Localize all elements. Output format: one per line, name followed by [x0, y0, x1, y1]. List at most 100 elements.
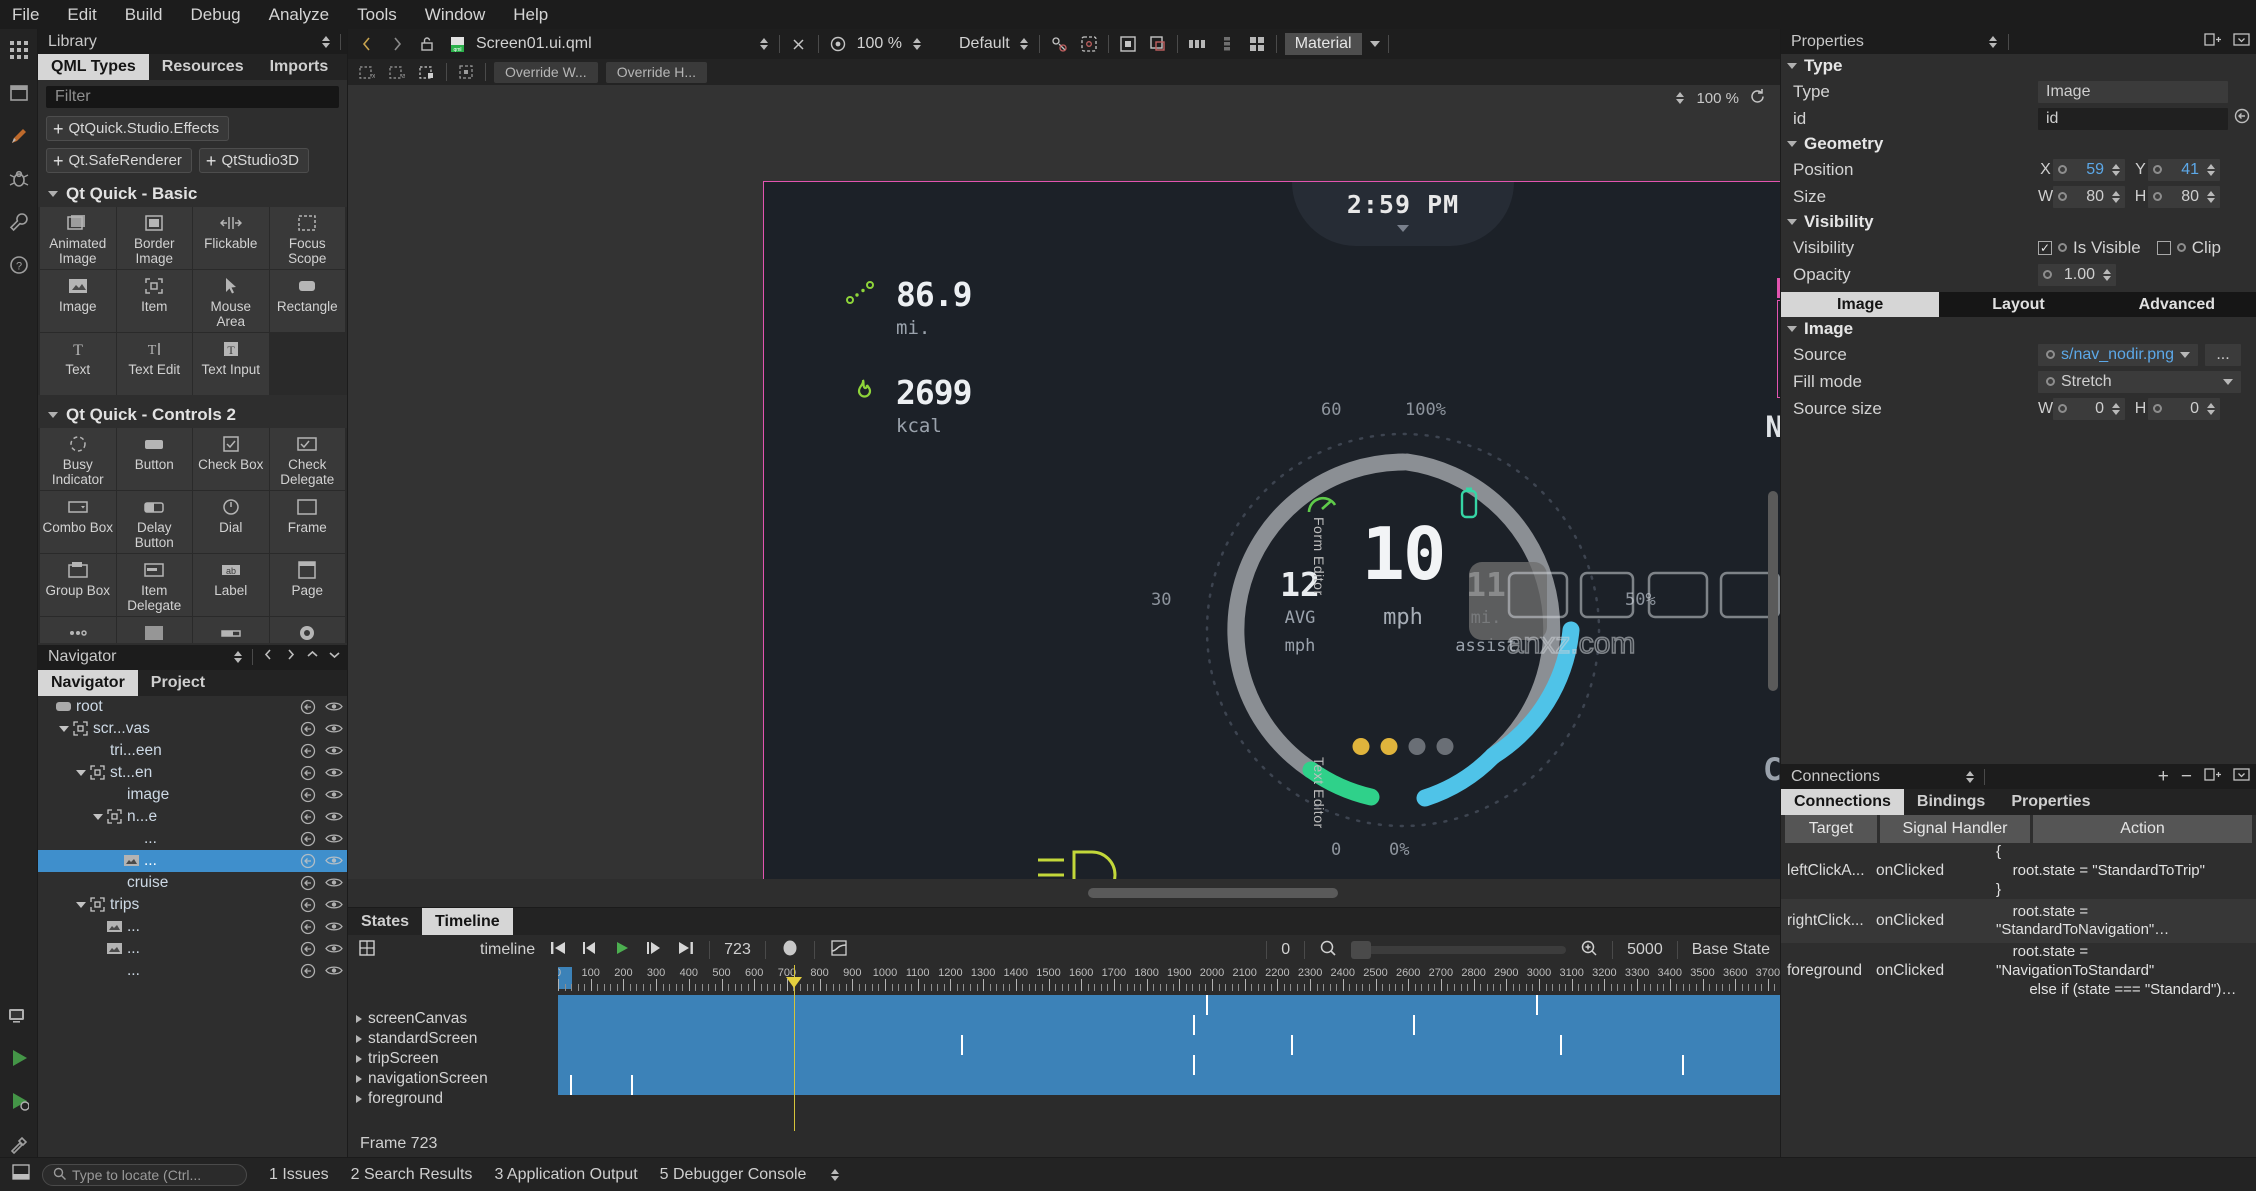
- export-property-icon[interactable]: [295, 853, 321, 869]
- chevron-right-icon[interactable]: [356, 1095, 362, 1103]
- status-debugger-console[interactable]: 5 Debugger Console: [660, 1166, 807, 1184]
- navigator-row[interactable]: image: [38, 784, 347, 806]
- export-property-icon[interactable]: [295, 787, 321, 803]
- tab-advanced[interactable]: Advanced: [2098, 292, 2256, 317]
- visibility-eye-icon[interactable]: [321, 898, 347, 911]
- navigator-row[interactable]: trips: [38, 894, 347, 916]
- chevron-down-icon[interactable]: [2180, 352, 2190, 358]
- visibility-eye-icon[interactable]: [321, 744, 347, 757]
- timeline-settings-icon[interactable]: [358, 939, 376, 962]
- column-target[interactable]: Target: [1785, 815, 1877, 843]
- tab-qml-types[interactable]: QML Types: [38, 54, 149, 80]
- library-item-check-box[interactable]: Check Box: [193, 428, 269, 490]
- tab-timeline[interactable]: Timeline: [422, 908, 513, 935]
- nav-move-left-icon[interactable]: [262, 648, 275, 666]
- navigator-row[interactable]: st...en: [38, 762, 347, 784]
- forward-icon[interactable]: [386, 33, 408, 55]
- status-issues[interactable]: 1 Issues: [269, 1166, 329, 1184]
- visibility-eye-icon[interactable]: [321, 722, 347, 735]
- locator-input[interactable]: Type to locate (Ctrl...: [42, 1164, 247, 1186]
- stepper-icon[interactable]: [2109, 189, 2122, 205]
- status-search-results[interactable]: 2 Search Results: [351, 1166, 473, 1184]
- group-image[interactable]: Image: [1781, 317, 2256, 341]
- timeline-keyframe[interactable]: [961, 1035, 963, 1055]
- chevron-right-icon[interactable]: [356, 1075, 362, 1083]
- navigator-row[interactable]: n...e: [38, 806, 347, 828]
- curve-editor-icon[interactable]: [829, 939, 849, 962]
- select-items-icon[interactable]: [1147, 33, 1169, 55]
- export-property-icon[interactable]: [295, 699, 321, 715]
- timeline-keyframe[interactable]: [1193, 1055, 1195, 1075]
- tab-imports[interactable]: Imports: [257, 54, 342, 80]
- timeline-track-names[interactable]: screenCanvas standardScreen tripScreen n…: [348, 965, 558, 1131]
- library-item-dial[interactable]: Dial: [193, 491, 269, 553]
- zoom-target-icon[interactable]: [827, 33, 849, 55]
- visibility-eye-icon[interactable]: [321, 854, 347, 867]
- is-visible-checkbox[interactable]: ✓: [2038, 241, 2052, 255]
- timeline-track-name[interactable]: standardScreen: [348, 1029, 558, 1049]
- timeline-track-bar[interactable]: [558, 995, 1780, 1015]
- record-keyframes-icon[interactable]: [780, 938, 800, 963]
- connection-action[interactable]: root.state ="StandardToNavigation"…: [1996, 903, 2256, 941]
- timeline-track-bar[interactable]: [558, 1015, 1780, 1035]
- export-property-icon[interactable]: [295, 897, 321, 913]
- file-chooser-icon[interactable]: [758, 36, 771, 52]
- properties-panel-chooser-icon[interactable]: [1987, 34, 2000, 50]
- timeline-keyframe[interactable]: [1193, 1015, 1195, 1035]
- export-property-icon[interactable]: [295, 721, 321, 737]
- design-area[interactable]: 2:59 PM 86.9 mi.: [348, 111, 1780, 879]
- navigator-row[interactable]: ...: [38, 850, 347, 872]
- navigator-panel-chooser-icon[interactable]: [231, 649, 244, 665]
- timeline-keyframe[interactable]: [1206, 995, 1208, 1015]
- welcome-grid-icon[interactable]: [6, 37, 32, 63]
- canvas-reset-view-icon[interactable]: [1749, 88, 1766, 109]
- visibility-eye-icon[interactable]: [321, 920, 347, 933]
- navigator-row[interactable]: scr...vas: [38, 718, 347, 740]
- stepper-icon[interactable]: [2204, 189, 2217, 205]
- menu-window[interactable]: Window: [425, 5, 485, 25]
- chevron-down-icon[interactable]: [76, 770, 86, 776]
- lock-icon[interactable]: [416, 33, 438, 55]
- timeline-keyframe[interactable]: [1536, 995, 1538, 1015]
- current-frame-value[interactable]: 723: [724, 941, 751, 959]
- tab-properties[interactable]: Properties: [1998, 789, 2103, 815]
- status-more-icon[interactable]: [828, 1167, 841, 1183]
- next-frame-icon[interactable]: [645, 940, 663, 961]
- column-signal-handler[interactable]: Signal Handler: [1880, 815, 2030, 843]
- play-icon[interactable]: [613, 940, 631, 961]
- visibility-eye-icon[interactable]: [321, 788, 347, 801]
- chip-qt-saferenderer[interactable]: +Qt.SafeRenderer: [46, 148, 192, 173]
- reset-x-icon[interactable]: x: [356, 61, 378, 83]
- menu-tools[interactable]: Tools: [357, 5, 397, 25]
- visibility-eye-icon[interactable]: [321, 942, 347, 955]
- navigator-row[interactable]: tri...een: [38, 740, 347, 762]
- canvas-horizontal-scrollbar[interactable]: [348, 879, 1780, 907]
- timeline-keyframe[interactable]: [1682, 1055, 1684, 1075]
- zoom-stepper-icon[interactable]: [910, 36, 923, 52]
- library-item-item[interactable]: Item: [117, 270, 193, 332]
- chevron-right-icon[interactable]: [356, 1055, 362, 1063]
- visibility-eye-icon[interactable]: [321, 832, 347, 845]
- tab-layout[interactable]: Layout: [1939, 292, 2097, 317]
- connection-row[interactable]: leftClickA... onClicked { root.state = "…: [1781, 843, 2256, 899]
- tab-project[interactable]: Project: [138, 670, 218, 696]
- source-browse-button[interactable]: ...: [2205, 344, 2241, 366]
- override-height-field[interactable]: Override H...: [606, 62, 707, 83]
- tab-states[interactable]: States: [348, 908, 422, 935]
- library-item-frame[interactable]: Frame: [270, 491, 346, 553]
- stepper-icon[interactable]: [2109, 162, 2122, 178]
- input-id[interactable]: id: [2038, 108, 2228, 130]
- fit-selection-icon[interactable]: [455, 61, 477, 83]
- timeline-ruler[interactable]: 0100200300400500600700800900100011001200…: [558, 965, 1780, 991]
- library-item-combo-box[interactable]: Combo Box: [40, 491, 116, 553]
- zoom-in-icon[interactable]: [1580, 939, 1598, 962]
- slider-handle[interactable]: [1351, 941, 1371, 959]
- export-property-icon[interactable]: [295, 809, 321, 825]
- go-to-end-icon[interactable]: [677, 940, 695, 961]
- library-item-text[interactable]: T Text: [40, 333, 116, 395]
- menu-debug[interactable]: Debug: [191, 5, 241, 25]
- export-property-icon[interactable]: [295, 963, 321, 979]
- back-icon[interactable]: [356, 33, 378, 55]
- library-item-pane[interactable]: Pane: [117, 617, 193, 643]
- clip-checkbox[interactable]: [2157, 241, 2171, 255]
